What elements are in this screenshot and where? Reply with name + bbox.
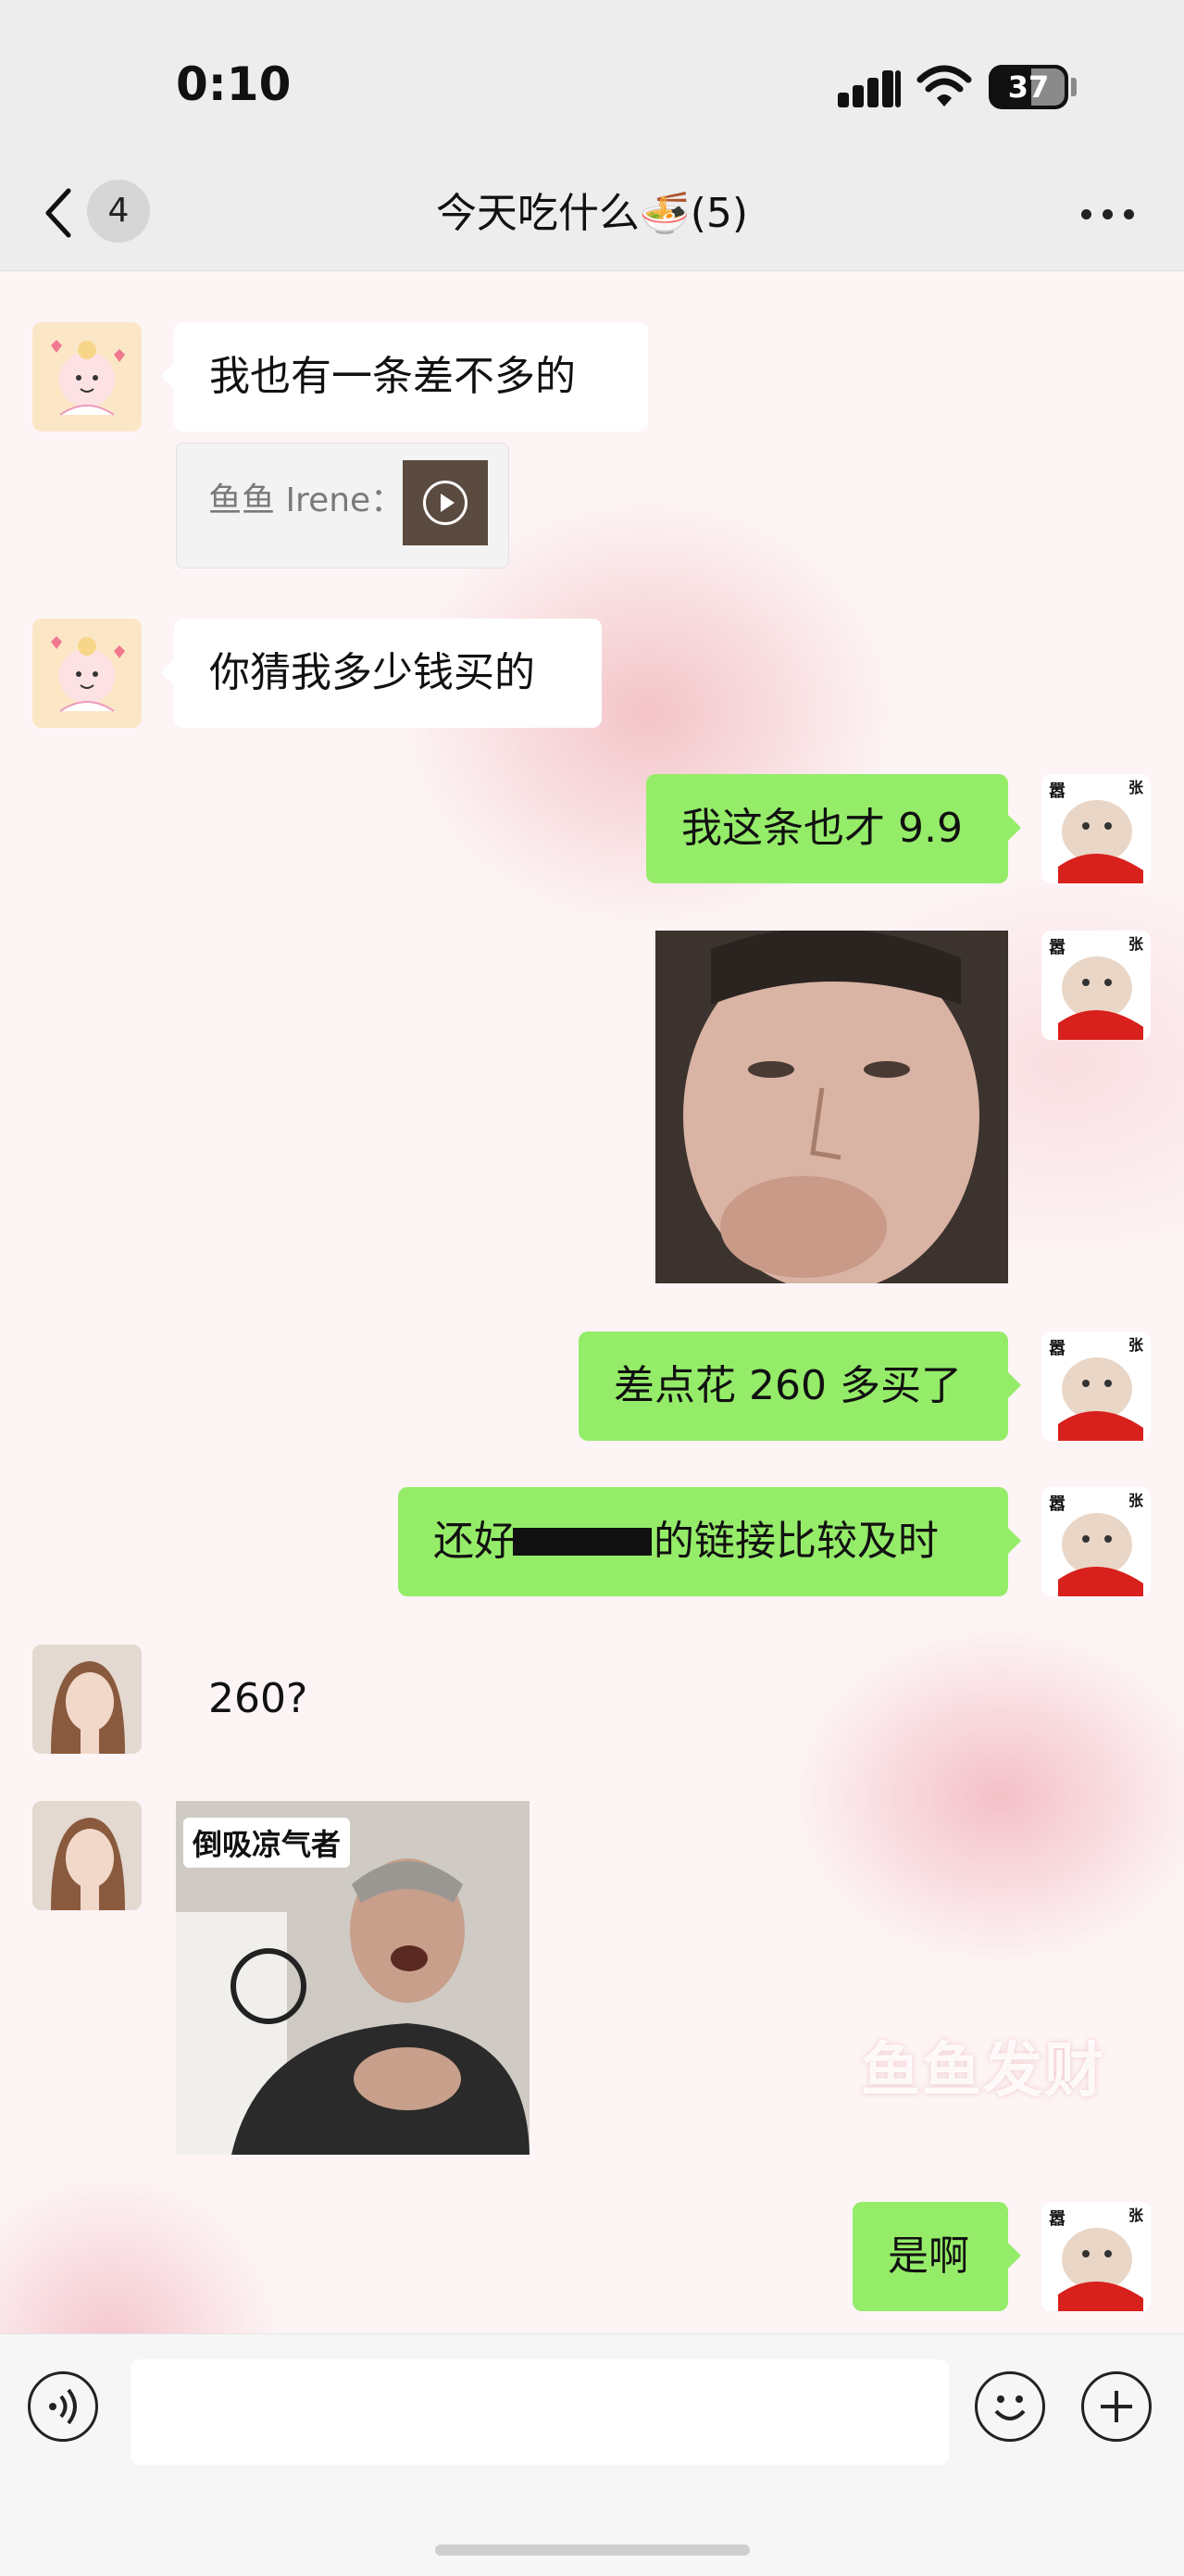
cat-avatar[interactable]: 嚣 张	[1041, 2202, 1151, 2311]
video-thumbnail[interactable]	[403, 460, 488, 545]
svg-text:嚣: 嚣	[1049, 1494, 1066, 1514]
emoji-icon[interactable]	[975, 2371, 1045, 2442]
message-bubble[interactable]: 是啊	[853, 2202, 1021, 2311]
watermark: 鱼鱼发财	[861, 2037, 1105, 2106]
svg-text:张: 张	[1128, 935, 1144, 953]
more-dots-icon[interactable]	[1081, 209, 1135, 220]
message-bubble[interactable]: 你猜我多少钱买的	[161, 619, 602, 728]
meme-face-image[interactable]	[655, 931, 1008, 1283]
status-bar: 0:10 37	[0, 0, 1184, 157]
sticker-caption: 倒吸凉气者	[183, 1818, 351, 1868]
sticker-gasp-image[interactable]: 倒吸凉气者	[176, 1801, 530, 2155]
wifi-icon	[916, 65, 972, 106]
cat-avatar[interactable]: 嚣 张	[1041, 1487, 1151, 1596]
message-text[interactable]: 260?	[208, 1644, 307, 1754]
status-time: 0:10	[176, 57, 292, 111]
message-bubble[interactable]: 还好 的链接比较及时	[398, 1487, 1021, 1596]
chat-header: 今天吃什么🍜(5) 4	[0, 157, 1184, 271]
quoted-message[interactable]: 鱼鱼 Irene：	[176, 443, 509, 569]
message-text-start: 还好	[433, 1518, 515, 1565]
angel-avatar[interactable]	[32, 322, 142, 431]
cellular-signal-icon	[838, 67, 903, 107]
quoted-sender: 鱼鱼 Irene：	[208, 481, 405, 519]
svg-text:嚣: 嚣	[1049, 782, 1066, 801]
message-bubble[interactable]: 我这条也才 9.9	[646, 774, 1021, 883]
message-bubble[interactable]: 差点花 260 多买了	[579, 1332, 1021, 1441]
cat-avatar[interactable]: 嚣 张	[1041, 1332, 1151, 1441]
unread-count-badge[interactable]: 4	[87, 180, 150, 243]
svg-text:张: 张	[1128, 1492, 1144, 1509]
girl-avatar[interactable]	[32, 1801, 142, 1910]
chat-title: 今天吃什么🍜(5)	[435, 190, 749, 237]
voice-icon[interactable]	[28, 2371, 98, 2442]
message-bubble[interactable]: 我也有一条差不多的	[161, 322, 648, 431]
redaction-block	[513, 1528, 652, 1556]
message-text-end: 的链接比较及时	[654, 1518, 939, 1565]
plus-icon[interactable]	[1081, 2371, 1152, 2442]
svg-text:张: 张	[1128, 779, 1144, 796]
svg-text:嚣: 嚣	[1049, 1339, 1066, 1358]
input-bar	[0, 2333, 1184, 2576]
svg-text:嚣: 嚣	[1049, 938, 1066, 957]
svg-text:张: 张	[1128, 2207, 1144, 2224]
play-icon	[423, 481, 467, 525]
svg-text:嚣: 嚣	[1049, 2209, 1066, 2229]
girl-avatar[interactable]	[32, 1644, 142, 1754]
cat-avatar[interactable]: 嚣 张	[1041, 931, 1151, 1040]
battery-icon: 37	[989, 65, 1068, 109]
home-indicator	[435, 2545, 750, 2556]
message-input[interactable]	[131, 2359, 949, 2465]
chevron-left-icon[interactable]	[37, 185, 83, 241]
battery-level: 37	[1007, 69, 1050, 105]
angel-avatar[interactable]	[32, 619, 142, 728]
svg-text:张: 张	[1128, 1336, 1144, 1354]
cat-avatar[interactable]: 嚣 张	[1041, 774, 1151, 883]
